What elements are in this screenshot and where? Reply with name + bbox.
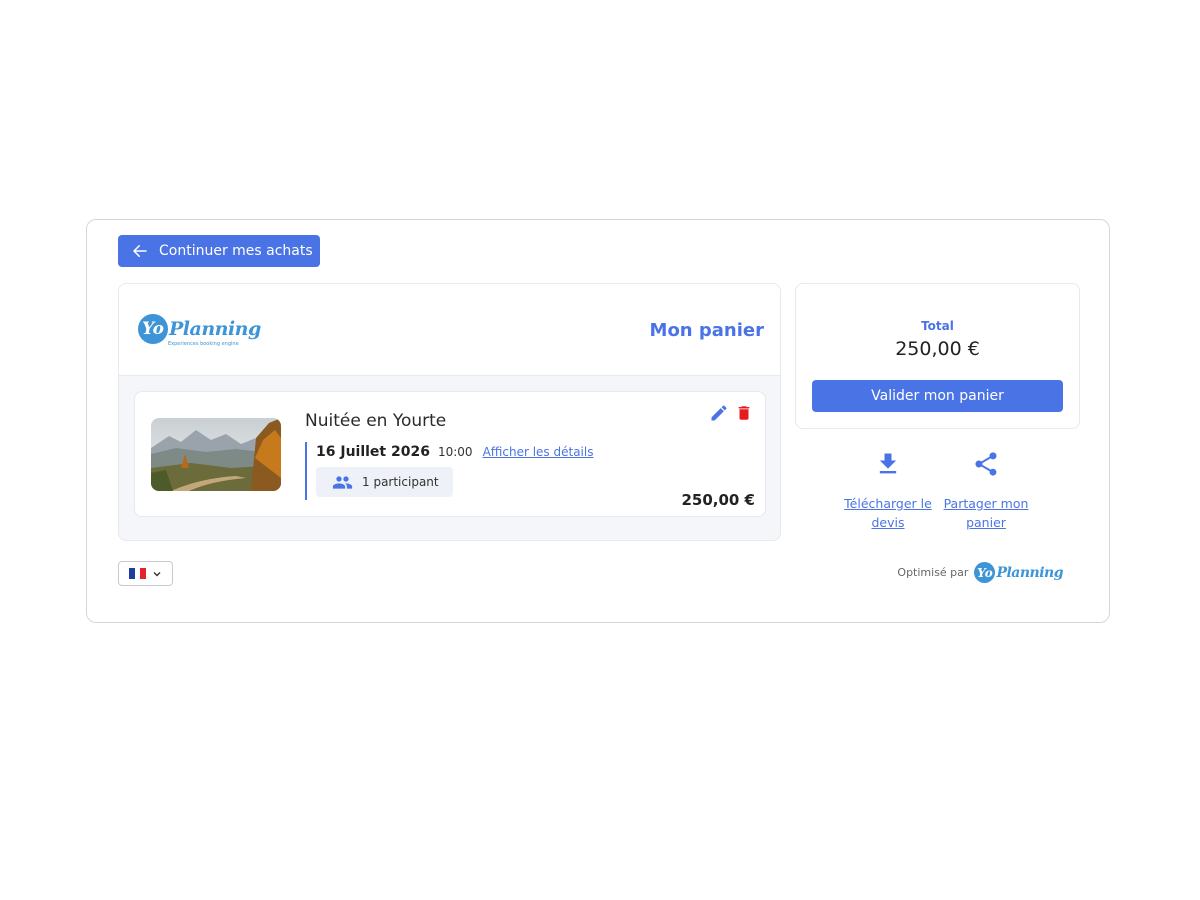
trash-icon[interactable]: [735, 403, 753, 423]
item-schedule: 16 Juillet 2026 10:00 Afficher les détai…: [305, 442, 593, 500]
powered-by-label: Optimisé par: [897, 566, 969, 579]
total-label: Total: [921, 319, 954, 333]
french-flag-icon: [129, 568, 147, 579]
participants-label: 1 participant: [362, 475, 439, 489]
chevron-down-icon: [153, 571, 161, 576]
item-time: 10:00: [437, 445, 473, 459]
cart-header: Yo Planning Experiences booking engine M…: [119, 284, 780, 376]
cart-panel: Yo Planning Experiences booking engine M…: [118, 283, 781, 541]
powered-by: Optimisé par Yo Planning: [897, 562, 1063, 583]
validate-cart-button[interactable]: Valider mon panier: [812, 380, 1063, 412]
arrow-left-icon: [133, 245, 147, 257]
yoplanning-small-logo[interactable]: Yo Planning: [974, 562, 1063, 583]
total-card: Total 250,00 € Valider mon panier: [795, 283, 1080, 429]
logo-yo: Yo: [138, 314, 168, 344]
item-date: 16 Juillet 2026: [316, 444, 430, 460]
download-icon: [879, 453, 897, 474]
cart-item: Nuitée en Yourte 16 Juillet 2026 10:00 A…: [134, 391, 766, 517]
participants-badge: 1 participant: [316, 467, 453, 497]
small-logo-word: Planning: [996, 564, 1063, 581]
continue-shopping-label: Continuer mes achats: [159, 243, 313, 259]
item-name: Nuitée en Yourte: [305, 411, 447, 431]
logo-word: Planning: [169, 318, 261, 340]
total-value: 250,00 €: [895, 338, 980, 360]
language-selector[interactable]: [118, 561, 173, 586]
logo-tagline: Experiences booking engine: [168, 341, 239, 347]
download-quote-action[interactable]: Télécharger le devis: [838, 450, 938, 532]
download-quote-label[interactable]: Télécharger le devis: [838, 494, 938, 532]
pencil-icon[interactable]: [709, 403, 729, 423]
item-thumbnail: [151, 418, 281, 491]
cart-title: Mon panier: [649, 320, 764, 341]
people-icon: [332, 475, 353, 489]
small-logo-yo: Yo: [974, 562, 996, 583]
yoplanning-logo: Yo Planning Experiences booking engine: [138, 314, 261, 347]
share-cart-action[interactable]: Partager mon panier: [936, 450, 1036, 532]
show-details-link[interactable]: Afficher les détails: [483, 445, 594, 459]
share-cart-label[interactable]: Partager mon panier: [936, 494, 1036, 532]
cart-widget: Continuer mes achats Yo Planning Experie…: [86, 219, 1110, 623]
item-price: 250,00 €: [681, 491, 755, 509]
share-icon: [975, 452, 997, 476]
continue-shopping-button[interactable]: Continuer mes achats: [118, 235, 320, 267]
